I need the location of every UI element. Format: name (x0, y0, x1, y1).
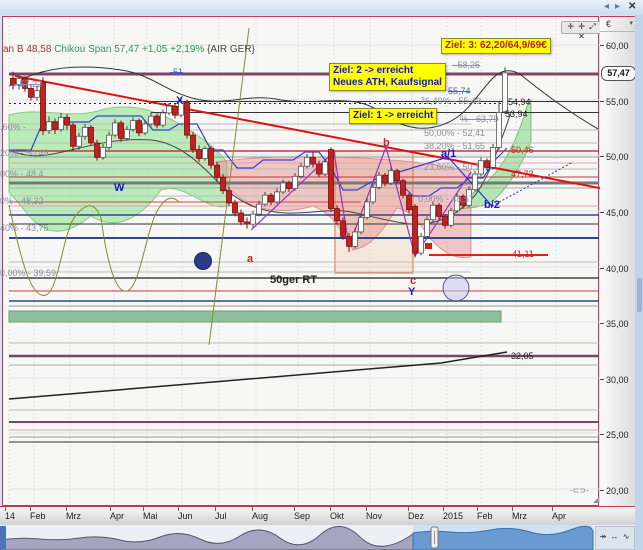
navigator-zoom-icons[interactable]: ↠ ↔ ∿ (595, 526, 635, 550)
chevron-down-icon[interactable]: ▾ (629, 19, 633, 27)
window-back-icon[interactable]: ◂ (604, 1, 609, 13)
red-square-marker[interactable] (425, 243, 432, 249)
legend-spanb: an B 48,58 (3, 44, 51, 55)
green-zone-band[interactable] (9, 311, 501, 322)
x-axis-tick: Aug (252, 511, 268, 521)
resize-corner-icon[interactable] (593, 497, 599, 503)
x-axis-tick: 14 (5, 511, 15, 521)
current-price-tag: 57,47 (601, 66, 636, 81)
annotation-ziel2[interactable]: Ziel: 2 -> erreicht Neues ATH, Kaufsigna… (329, 63, 446, 91)
x-axis-tick: Dez (408, 511, 424, 521)
navigator-scrollbar[interactable] (0, 525, 636, 550)
ziel2-line1: Ziel: 2 -> erreicht (333, 65, 442, 77)
chart-plot-area[interactable] (2, 16, 599, 506)
object-handle-icon[interactable]: -⊂⊃- (570, 486, 589, 495)
x-axis-tick: Mai (143, 511, 158, 521)
chart-window: ◂ ▸ ✕ (0, 0, 643, 550)
x-axis-tick: Sep (294, 511, 310, 521)
y-axis-tick: 30,00 (606, 375, 629, 385)
y-axis-tick: 50,00 (606, 152, 629, 162)
ziel1-text: Ziel: 1 -> erreicht (353, 110, 433, 121)
x-axis-tick: Apr (552, 511, 566, 521)
ziel3-text: Ziel: 3: 62,20/64,9/69€ (445, 40, 547, 51)
y-axis-tick: 60,00 (606, 41, 629, 51)
trendline-black-ascending[interactable] (9, 352, 507, 399)
x-axis-tick: Okt (330, 511, 344, 521)
x-axis-tick: Jun (178, 511, 193, 521)
x-axis-tick: Feb (30, 511, 46, 521)
indicator-legend: an B 48,58 Chikou Span 57,47 +1,05 +2,19… (3, 44, 255, 55)
chart-mini-toolbar[interactable]: ✛ ✛ ⤢ ✕ (561, 21, 603, 34)
price-axis[interactable]: € ▾ 60,00 55,00 50,00 45,00 40,00 35,00 30,00 2… (600, 16, 636, 506)
time-axis[interactable]: 14 Feb Mrz Apr Mai Jun Jul Aug Sep Okt Nov Dez 2015 F… (0, 506, 636, 525)
y-axis-tick: 55,00 (606, 97, 629, 107)
navigator-canvas (0, 525, 636, 550)
window-right-strip[interactable] (635, 15, 643, 550)
x-axis-tick: Feb (477, 511, 493, 521)
x-axis-tick: 2015 (443, 511, 463, 521)
x-axis-tick: Jul (215, 511, 227, 521)
y-axis-tick: 25,00 (606, 430, 629, 440)
y-axis-tick: 20,00 (606, 486, 629, 496)
currency-label: € (606, 19, 611, 29)
navigator-area-grey (0, 526, 413, 550)
legend-symbol: {AIR GER} (207, 44, 255, 55)
ziel2-line2: Neues ATH, Kaufsignal (333, 77, 442, 89)
y-axis-tick: 40,00 (606, 264, 629, 274)
price-axis-header[interactable]: € ▾ (600, 17, 636, 32)
legend-change: +1,05 +2,19% (142, 44, 204, 55)
x-axis-tick: Apr (110, 511, 124, 521)
window-forward-icon[interactable]: ▸ (615, 1, 620, 13)
scrollbar-thumb[interactable] (637, 278, 642, 312)
annotation-ziel1[interactable]: Ziel: 1 -> erreicht (349, 108, 437, 124)
lavender-circle-marker[interactable] (443, 275, 469, 301)
legend-chikou: Chikou Span 57,47 (54, 44, 139, 55)
y-axis-tick: 35,00 (606, 319, 629, 329)
navy-circle-marker[interactable] (195, 253, 212, 270)
annotation-ziel3[interactable]: Ziel: 3: 62,20/64,9/69€ (441, 38, 551, 54)
x-axis-tick: Mrz (66, 511, 81, 521)
chart-canvas (3, 17, 600, 505)
x-axis-tick: Nov (366, 511, 382, 521)
window-close-icon[interactable]: ✕ (628, 1, 636, 13)
y-axis-tick: 45,00 (606, 208, 629, 218)
window-titlebar: ◂ ▸ ✕ (0, 0, 643, 15)
navigator-corner-block (0, 526, 6, 549)
x-axis-tick: Mrz (512, 511, 527, 521)
